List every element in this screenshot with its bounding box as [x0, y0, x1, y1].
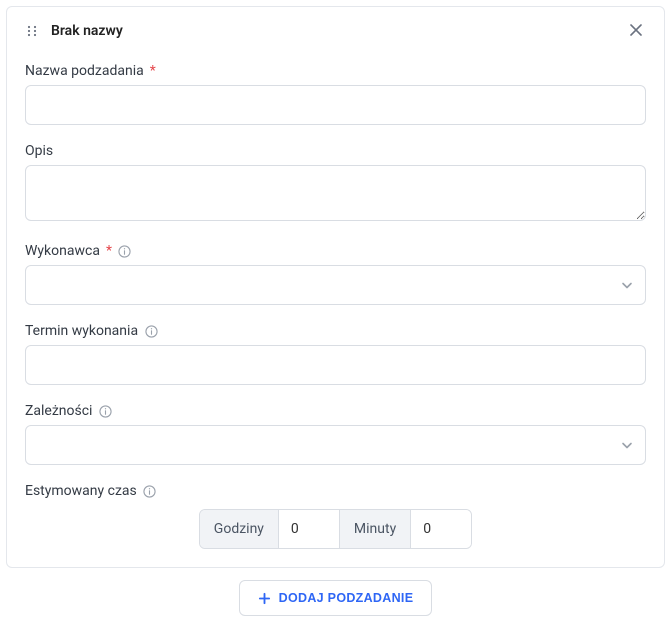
deadline-label: Termin wykonania [25, 323, 138, 339]
drag-handle-icon[interactable] [25, 24, 39, 38]
dependencies-select[interactable] [25, 425, 646, 465]
subtask-card: Brak nazwy Nazwa podzadania * Opis [6, 6, 665, 568]
required-mark: * [150, 63, 156, 79]
time-group: Godziny Minuty [199, 509, 472, 549]
footer: DODAJ PODZADANIE [6, 580, 665, 616]
field-dependencies: Zależności [25, 403, 646, 465]
required-mark: * [106, 243, 112, 259]
add-subtask-button[interactable]: DODAJ PODZADANIE [239, 580, 433, 616]
field-description: Opis [25, 143, 646, 225]
field-assignee: Wykonawca * [25, 243, 646, 305]
info-icon[interactable] [144, 324, 158, 338]
dependencies-label: Zależności [25, 403, 92, 419]
info-icon[interactable] [118, 244, 132, 258]
description-input[interactable] [25, 165, 646, 221]
info-icon[interactable] [143, 484, 157, 498]
description-label: Opis [25, 143, 53, 159]
name-label: Nazwa podzadania [25, 63, 144, 79]
assignee-select-wrap [25, 265, 646, 305]
plus-icon [258, 592, 271, 605]
minutes-input[interactable] [411, 510, 471, 548]
label-row: Estymowany czas [25, 483, 646, 499]
deadline-input[interactable] [25, 345, 646, 385]
name-input[interactable] [25, 85, 646, 125]
dependencies-select-wrap [25, 425, 646, 465]
estimate-label: Estymowany czas [25, 483, 137, 499]
add-subtask-label: DODAJ PODZADANIE [279, 591, 414, 605]
close-icon [629, 22, 643, 40]
field-name: Nazwa podzadania * [25, 63, 646, 125]
label-row: Zależności [25, 403, 646, 419]
label-row: Nazwa podzadania * [25, 63, 646, 79]
label-row: Wykonawca * [25, 243, 646, 259]
label-row: Opis [25, 143, 646, 159]
hours-input[interactable] [279, 510, 339, 548]
label-row: Termin wykonania [25, 323, 646, 339]
hours-label: Godziny [200, 510, 279, 548]
field-deadline: Termin wykonania [25, 323, 646, 385]
info-icon[interactable] [98, 404, 112, 418]
card-body: Nazwa podzadania * Opis Wykonawca * [7, 49, 664, 549]
time-row: Godziny Minuty [25, 509, 646, 549]
card-header: Brak nazwy [7, 7, 664, 49]
card-title: Brak nazwy [51, 23, 626, 39]
assignee-label: Wykonawca [25, 243, 100, 259]
field-estimate: Estymowany czas Godziny Minuty [25, 483, 646, 549]
assignee-select[interactable] [25, 265, 646, 305]
close-button[interactable] [626, 21, 646, 41]
minutes-label: Minuty [339, 510, 411, 548]
